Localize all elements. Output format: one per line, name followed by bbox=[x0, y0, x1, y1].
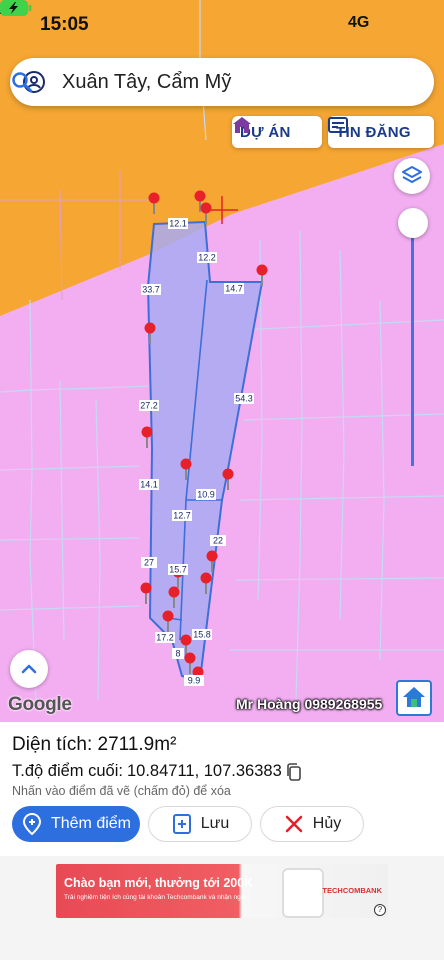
edge-label: 12.2 bbox=[197, 252, 217, 263]
last-point-coords: T.độ điểm cuối: 10.84711, 107.36383 bbox=[12, 762, 302, 781]
save-plus-icon bbox=[172, 814, 191, 834]
brand-logo-icon bbox=[403, 687, 425, 707]
add-location-icon bbox=[22, 813, 41, 835]
cancel-label: Hủy bbox=[312, 815, 342, 832]
close-icon bbox=[285, 815, 303, 833]
svg-text:33.7: 33.7 bbox=[142, 285, 160, 295]
svg-text:14.7: 14.7 bbox=[225, 284, 243, 294]
svg-text:10.9: 10.9 bbox=[197, 490, 215, 500]
edge-label: 9.9 bbox=[184, 675, 204, 686]
status-bar: 15:05 4G bbox=[0, 0, 444, 54]
ad-banner[interactable]: Chào bạn mới, thưởng tới 200K Trải nghiệ… bbox=[56, 864, 388, 918]
opacity-slider-track[interactable] bbox=[411, 226, 414, 466]
area-label: Diện tích: bbox=[12, 734, 93, 755]
search-bar[interactable]: Xuân Tây, Cẩm Mỹ bbox=[10, 58, 434, 106]
expand-up-button[interactable] bbox=[10, 650, 48, 688]
delete-hint: Nhấn vào điểm đã vẽ (chấm đỏ) để xóa bbox=[12, 784, 231, 798]
edge-label: 15.7 bbox=[168, 564, 188, 575]
network-type: 4G bbox=[348, 14, 370, 31]
edge-label: 8 bbox=[172, 648, 184, 659]
svg-text:9.9: 9.9 bbox=[188, 676, 201, 686]
google-logo: Google bbox=[8, 694, 72, 715]
house-icon bbox=[233, 117, 251, 133]
search-icon[interactable] bbox=[10, 70, 34, 94]
svg-text:12.1: 12.1 bbox=[169, 219, 187, 229]
svg-text:8: 8 bbox=[175, 649, 180, 659]
edge-label: 12.1 bbox=[168, 218, 188, 229]
save-button[interactable]: Lưu bbox=[148, 806, 252, 842]
status-time: 15:05 bbox=[40, 14, 89, 35]
layers-button[interactable] bbox=[394, 158, 430, 194]
opacity-slider-knob[interactable] bbox=[398, 208, 428, 238]
area-value: 2711.9m² bbox=[97, 734, 177, 755]
ad-title: Chào bạn mới, thưởng tới 200K bbox=[64, 876, 254, 890]
ad-info-icon[interactable]: ? bbox=[374, 904, 386, 916]
svg-text:54.3: 54.3 bbox=[235, 394, 253, 404]
chevron-up-icon bbox=[21, 664, 37, 674]
svg-text:15.8: 15.8 bbox=[193, 630, 211, 640]
coords-value: 10.84711, 107.36383 bbox=[126, 762, 282, 780]
app-screen: 12.1 12.2 14.7 33.7 54.3 27.2 14.1 10.9 … bbox=[0, 0, 444, 960]
land-parcel bbox=[146, 220, 264, 682]
battery-charging-icon bbox=[0, 0, 32, 16]
svg-text:17.2: 17.2 bbox=[156, 633, 174, 643]
svg-text:15.7: 15.7 bbox=[169, 565, 187, 575]
brand-logo bbox=[396, 680, 432, 716]
tin-dang-button[interactable]: TIN ĐĂNG bbox=[328, 116, 434, 148]
measurement-panel: Diện tích: 2711.9m² T.độ điểm cuối: 10.8… bbox=[0, 722, 444, 856]
svg-text:22: 22 bbox=[213, 536, 223, 546]
edge-label: 17.2 bbox=[155, 632, 175, 643]
edge-label: 12.7 bbox=[172, 510, 192, 521]
edge-label: 14.7 bbox=[224, 283, 244, 294]
coords-label: T.độ điểm cuối: bbox=[12, 762, 123, 780]
search-query[interactable]: Xuân Tây, Cẩm Mỹ bbox=[62, 71, 231, 94]
layers-icon bbox=[402, 166, 422, 183]
svg-text:12.2: 12.2 bbox=[198, 253, 216, 263]
ad-subtitle: Trải nghiệm tiện ích cùng tài khoản Tech… bbox=[64, 894, 250, 901]
svg-text:27.2: 27.2 bbox=[140, 401, 158, 411]
svg-text:27: 27 bbox=[144, 558, 154, 568]
edge-label: 14.1 bbox=[139, 479, 159, 490]
ad-phone-image bbox=[282, 868, 324, 918]
copy-icon[interactable] bbox=[286, 762, 302, 781]
add-point-label: Thêm điểm bbox=[50, 815, 132, 832]
svg-text:14.1: 14.1 bbox=[140, 480, 158, 490]
map-view[interactable]: 12.1 12.2 14.7 33.7 54.3 27.2 14.1 10.9 … bbox=[0, 0, 444, 722]
cancel-button[interactable]: Hủy bbox=[260, 806, 364, 842]
area-readout: Diện tích: 2711.9m² bbox=[12, 734, 176, 756]
edge-label: 22 bbox=[210, 535, 226, 546]
edge-label: 27 bbox=[141, 557, 157, 568]
map-canvas[interactable]: 12.1 12.2 14.7 33.7 54.3 27.2 14.1 10.9 … bbox=[0, 0, 444, 722]
ad-area: Chào bạn mới, thưởng tới 200K Trải nghiệ… bbox=[0, 856, 444, 960]
edge-label: 33.7 bbox=[141, 284, 161, 295]
listing-icon bbox=[328, 117, 348, 133]
edge-label: 54.3 bbox=[234, 393, 254, 404]
add-point-button[interactable]: Thêm điểm bbox=[12, 806, 140, 842]
owner-watermark: Mr Hoàng 0989268955 bbox=[236, 696, 383, 712]
du-an-button[interactable]: DỰ ÁN bbox=[232, 116, 322, 148]
save-label: Lưu bbox=[200, 815, 230, 832]
svg-text:12.7: 12.7 bbox=[173, 511, 191, 521]
edge-label: 10.9 bbox=[196, 489, 216, 500]
edge-label: 15.8 bbox=[192, 629, 212, 640]
ad-brand: TECHCOMBANK bbox=[322, 886, 382, 895]
edge-label: 27.2 bbox=[139, 400, 159, 411]
